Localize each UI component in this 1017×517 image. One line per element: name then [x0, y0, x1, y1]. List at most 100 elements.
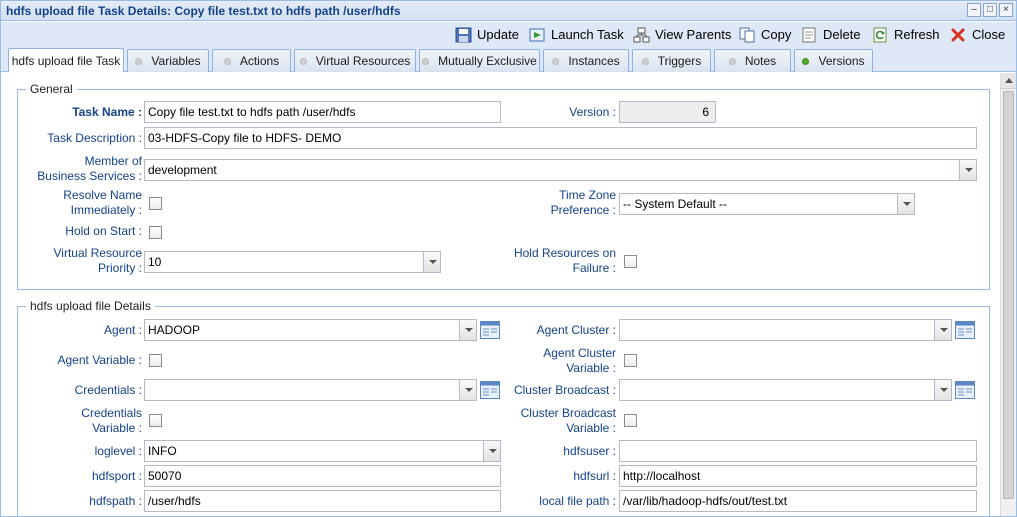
timezone-value: -- System Default --: [623, 197, 728, 211]
chevron-down-icon[interactable]: [459, 320, 476, 340]
launch-task-label: Launch Task: [551, 27, 624, 42]
tab-status-icon: [728, 57, 736, 65]
tab-instances[interactable]: Instances: [543, 49, 629, 72]
copy-button[interactable]: Copy: [739, 25, 791, 44]
tab-variables-label: Variables: [151, 54, 201, 68]
agent-cluster-label: Agent Cluster :: [536, 323, 616, 337]
hdfsuser-label: hdfsuser :: [563, 444, 616, 458]
tab-versions[interactable]: Versions: [794, 49, 873, 72]
credentials-label: Credentials :: [74, 383, 142, 397]
loglevel-select[interactable]: INFO: [144, 440, 501, 462]
tab-status-icon: [135, 57, 143, 65]
launch-icon: [529, 27, 546, 43]
chevron-down-icon[interactable]: [897, 194, 914, 214]
minimize-icon[interactable]: –: [967, 3, 981, 17]
timezone-label-line1: Time Zone: [559, 188, 616, 202]
chevron-down-icon[interactable]: [934, 320, 951, 340]
toolbar: Update Launch Task View Parents Copy Del…: [1, 22, 1016, 47]
agent-cluster-select[interactable]: [619, 319, 952, 341]
close-icon[interactable]: ×: [999, 3, 1013, 17]
scrollbar-thumb[interactable]: [1003, 91, 1014, 499]
view-parents-button[interactable]: View Parents: [633, 25, 731, 44]
tab-virtual-resources[interactable]: Virtual Resources: [294, 49, 416, 72]
update-button[interactable]: Update: [455, 25, 519, 44]
agent-value: HADOOP: [148, 323, 201, 337]
hierarchy-icon: [633, 27, 650, 43]
loglevel-label: loglevel :: [94, 444, 142, 458]
version-label: Version :: [569, 105, 616, 119]
hold-on-start-checkbox[interactable]: [149, 226, 162, 239]
maximize-icon[interactable]: □: [983, 3, 997, 17]
hold-res-label-line2: Failure :: [572, 261, 616, 275]
details-card-icon[interactable]: [480, 321, 500, 339]
agent-variable-checkbox[interactable]: [149, 354, 162, 367]
agent-select[interactable]: HADOOP: [144, 319, 477, 341]
cluster-broadcast-label: Cluster Broadcast :: [513, 383, 616, 397]
scroll-up-icon[interactable]: [1001, 73, 1016, 89]
tab-status-icon: [422, 57, 430, 65]
member-select[interactable]: development: [144, 159, 977, 181]
local-file-path-field[interactable]: /var/lib/hadoop-hdfs/out/test.txt: [619, 490, 977, 512]
agent-cluster-variable-label: Agent Cluster Variable :: [502, 346, 616, 376]
cluster-broadcast-variable-checkbox[interactable]: [624, 414, 637, 427]
tab-versions-label: Versions: [818, 54, 865, 68]
delete-icon: [801, 27, 818, 43]
member-label-line2: Business Services :: [37, 169, 142, 183]
resolve-name-label: Resolve Name Immediately :: [17, 188, 142, 218]
tab-instances-label: Instances: [568, 54, 620, 68]
chevron-down-icon[interactable]: [959, 160, 976, 180]
hdfsport-label: hdfsport :: [91, 469, 142, 483]
version-field: 6: [619, 101, 716, 123]
task-description-label: Task Description :: [47, 131, 142, 145]
credentials-variable-checkbox[interactable]: [149, 414, 162, 427]
details-card-icon[interactable]: [955, 321, 975, 339]
chevron-down-icon[interactable]: [483, 441, 500, 461]
cluster-bc-var-line2: Variable :: [566, 421, 616, 435]
hdfspath-label: hdfspath :: [89, 494, 142, 508]
tab-actions[interactable]: Actions: [212, 49, 291, 72]
hdfsport-field[interactable]: 50070: [144, 465, 501, 487]
chevron-down-icon[interactable]: [423, 252, 440, 272]
tab-status-icon: [299, 57, 307, 65]
details-card-icon[interactable]: [955, 381, 975, 399]
refresh-button[interactable]: Refresh: [872, 25, 940, 44]
vr-priority-label: Virtual Resource Priority :: [17, 246, 143, 276]
resolve-label-line1: Resolve Name: [63, 188, 142, 202]
vertical-scrollbar[interactable]: [1000, 73, 1016, 516]
task-description-field[interactable]: 03-HDFS-Copy file to HDFS- DEMO: [144, 127, 977, 149]
cluster-broadcast-variable-label: Cluster Broadcast Variable :: [492, 406, 616, 436]
title-bar: hdfs upload file Task Details: Copy file…: [1, 1, 1016, 21]
vr-priority-select[interactable]: 10: [144, 251, 441, 273]
general-legend: General: [30, 82, 73, 96]
hold-res-label-line1: Hold Resources on: [513, 246, 616, 260]
hdfspath-field[interactable]: /user/hdfs: [144, 490, 501, 512]
resolve-label-line2: Immediately :: [70, 203, 142, 217]
chevron-down-icon[interactable]: [459, 380, 476, 400]
delete-button[interactable]: Delete: [801, 25, 861, 44]
credentials-select[interactable]: [144, 379, 477, 401]
tab-status-icon: [802, 57, 810, 65]
tab-variables[interactable]: Variables: [127, 49, 209, 72]
details-legend: hdfs upload file Details: [30, 299, 151, 313]
hdfsuser-field[interactable]: [619, 440, 977, 462]
agent-cluster-var-line2: Variable :: [566, 361, 616, 375]
tab-notes-label: Notes: [744, 54, 777, 68]
tab-notes[interactable]: Notes: [714, 49, 791, 72]
timezone-select[interactable]: -- System Default --: [619, 193, 915, 215]
hdfsurl-field[interactable]: http://localhost: [619, 465, 977, 487]
launch-task-button[interactable]: Launch Task: [529, 25, 624, 44]
task-name-field[interactable]: Copy file test.txt to hdfs path /user/hd…: [144, 101, 501, 123]
agent-variable-label: Agent Variable :: [57, 353, 143, 367]
tab-mutually-exclusive-label: Mutually Exclusive: [438, 54, 537, 68]
tab-triggers[interactable]: Triggers: [632, 49, 711, 72]
close-button[interactable]: Close: [950, 25, 1005, 44]
resolve-name-checkbox[interactable]: [149, 197, 162, 210]
chevron-down-icon[interactable]: [934, 380, 951, 400]
agent-label: Agent :: [103, 323, 142, 337]
tab-mutually-exclusive[interactable]: Mutually Exclusive: [419, 49, 540, 72]
tab-task[interactable]: hdfs upload file Task: [8, 48, 124, 72]
hdfsurl-label: hdfsurl :: [573, 469, 616, 483]
cluster-broadcast-select[interactable]: [619, 379, 952, 401]
hold-resources-checkbox[interactable]: [624, 255, 637, 268]
agent-cluster-variable-checkbox[interactable]: [624, 354, 637, 367]
